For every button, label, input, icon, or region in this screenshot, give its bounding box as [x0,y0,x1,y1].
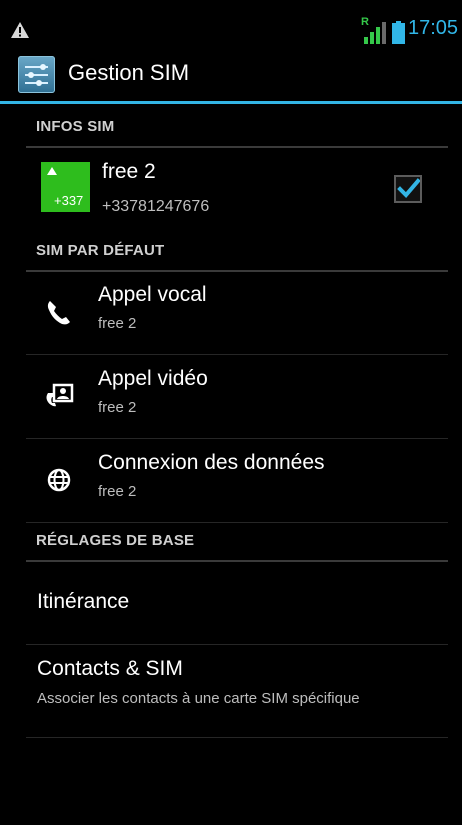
status-time: 17:05 [408,17,459,39]
row-title: Connexion des données [98,451,325,474]
video-call-icon [46,383,74,407]
row-subtitle: free 2 [98,315,137,332]
list-item-connexion-donnees[interactable]: Connexion des données free 2 [26,439,448,523]
sim-name: free 2 [102,160,156,183]
section-header-label: RÉGLAGES DE BASE [36,532,195,549]
row-title: Itinérance [37,590,130,613]
row-title: Appel vocal [98,283,207,306]
list-item-itinerance[interactable]: Itinérance [26,562,448,645]
row-subtitle: Associer les contacts à une carte SIM sp… [37,690,360,707]
section-header-sim-par-defaut: SIM PAR DÉFAUT [26,234,448,272]
settings-sliders-icon[interactable] [18,56,55,93]
page-title: Gestion SIM [68,60,190,85]
roaming-badge: R [361,16,369,28]
checkmark-icon [397,178,421,198]
section-header-label: INFOS SIM [36,118,115,135]
section-header-infos-sim: INFOS SIM [26,110,448,148]
warning-icon [11,22,29,38]
list-item-appel-video[interactable]: Appel vidéo free 2 [26,355,448,439]
sim-enabled-checkbox[interactable] [394,175,422,203]
row-title: Contacts & SIM [37,657,183,680]
battery-icon [392,21,405,44]
row-subtitle: free 2 [98,483,137,500]
list-item-contacts-sim[interactable]: Contacts & SIM Associer les contacts à u… [26,645,448,738]
row-title: Appel vidéo [98,367,208,390]
signal-icon: R [361,16,393,46]
action-bar: Gestion SIM [0,48,462,104]
section-header-label: SIM PAR DÉFAUT [36,242,165,259]
globe-icon [47,468,71,492]
sim-badge-text: +337 [54,193,84,208]
section-header-reglages-de-base: RÉGLAGES DE BASE [26,524,448,562]
list-item-appel-vocal[interactable]: Appel vocal free 2 [26,271,448,355]
status-bar: R 17:05 [0,14,462,48]
sim-card-icon: +337 [41,162,90,212]
row-subtitle: free 2 [98,399,137,416]
phone-icon [47,301,70,325]
sim-info-row[interactable]: +337 free 2 +33781247676 [26,152,448,232]
sim-number: +33781247676 [102,198,210,215]
